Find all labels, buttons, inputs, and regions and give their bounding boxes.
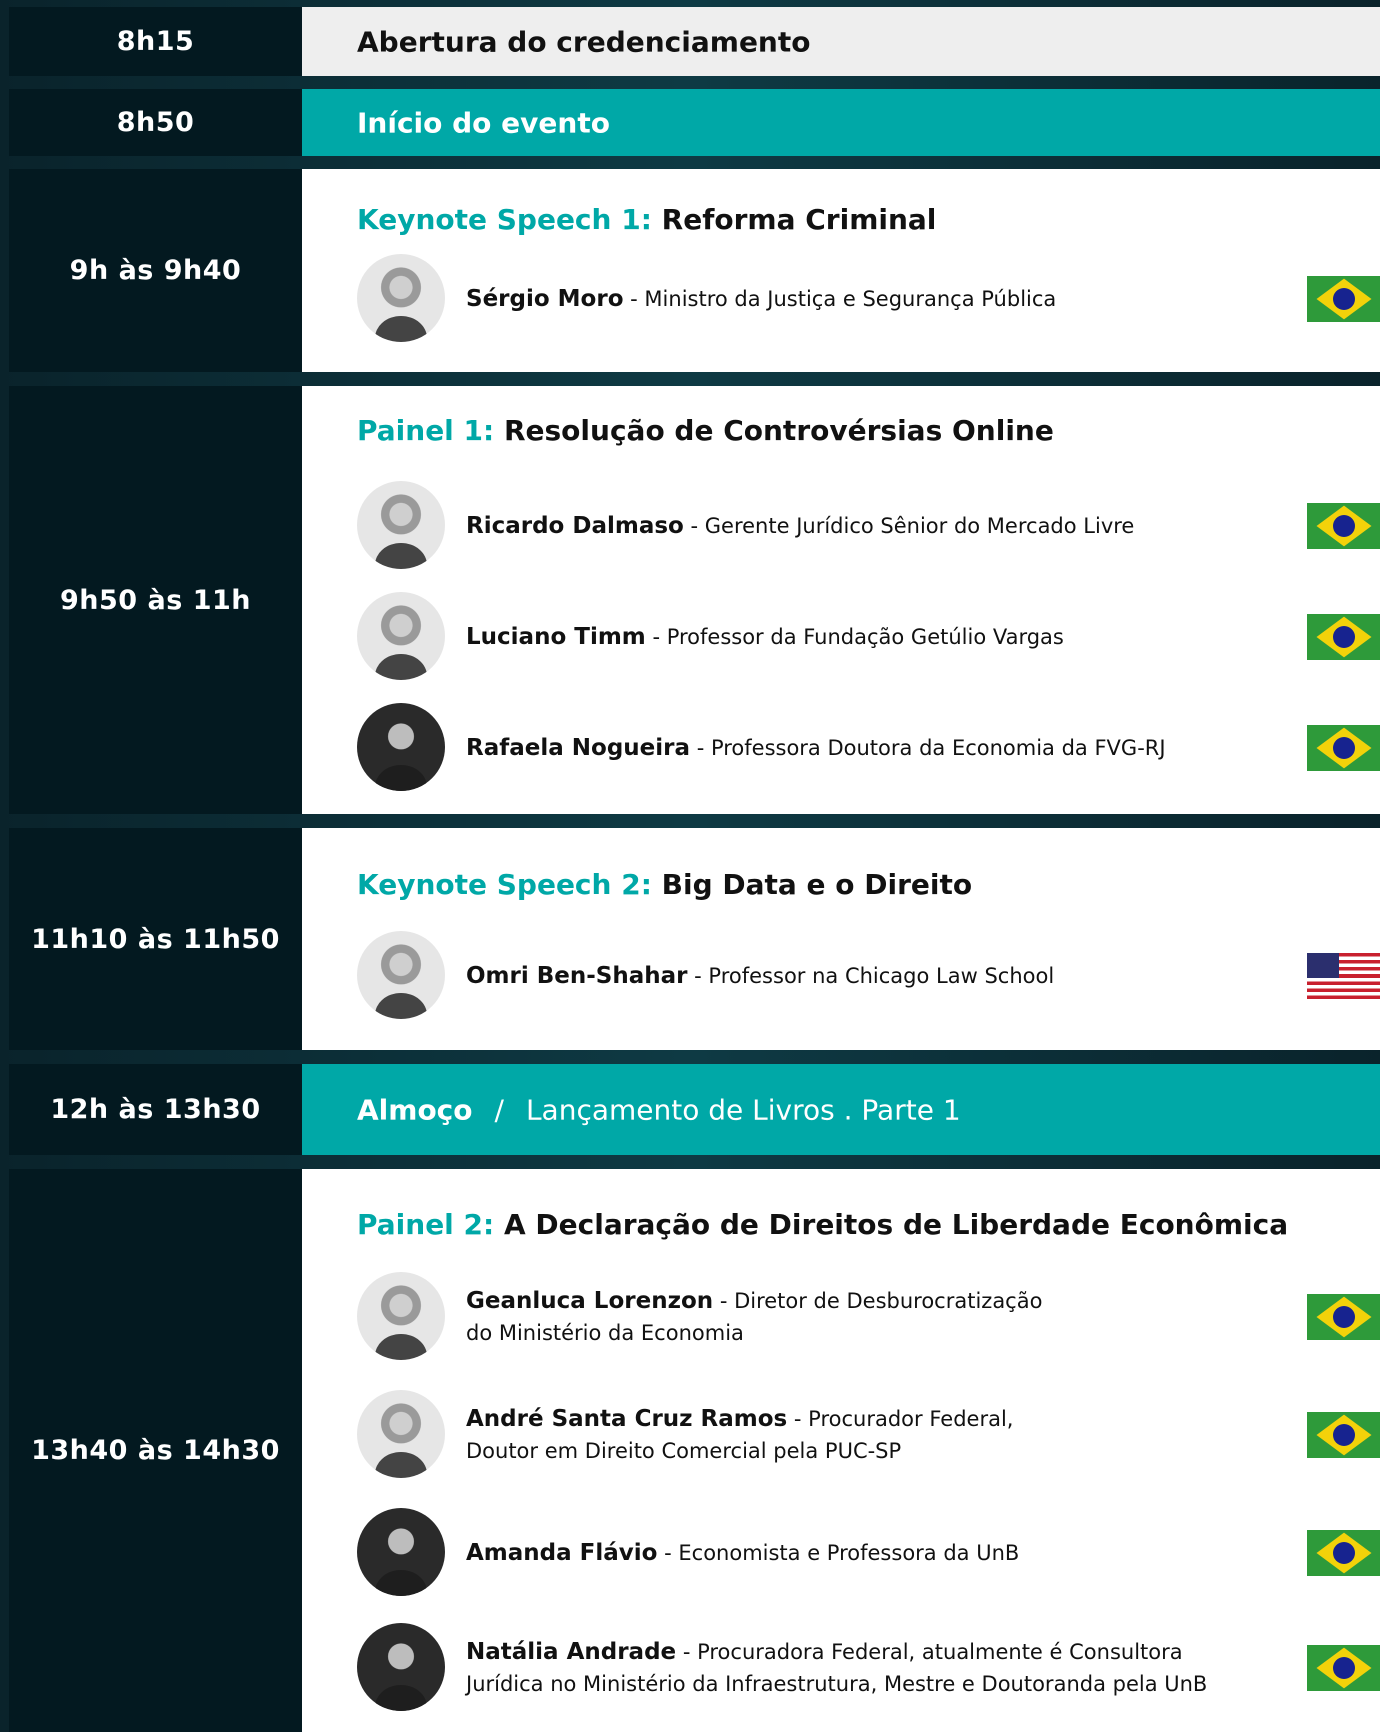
brazil-flag-icon: [1307, 1530, 1380, 1576]
speaker-role: - Diretor de Desburocratização: [713, 1289, 1043, 1313]
book-launch-label: Lançamento de Livros . Parte 1: [525, 1093, 961, 1126]
schedule-row-credenciamento: 8h15 Abertura do credenciamento: [0, 7, 1380, 76]
speaker-info: Natália Andrade - Procuradora Federal, a…: [466, 1636, 1316, 1700]
brazil-flag-icon: [1307, 1294, 1380, 1340]
speaker-row: Natália Andrade - Procuradora Federal, a…: [357, 1623, 1380, 1713]
speaker-photo: [357, 931, 445, 1019]
brazil-flag-icon: [1307, 276, 1380, 322]
brazil-flag-icon: [1307, 614, 1380, 660]
session-title: Painel 2: A Declaração de Direitos de Li…: [357, 1208, 1288, 1241]
brazil-flag-icon: [1307, 503, 1380, 549]
speaker-info: Ricardo Dalmaso - Gerente Jurídico Sênio…: [466, 510, 1316, 542]
speaker-role: - Gerente Jurídico Sênior do Mercado Liv…: [683, 514, 1135, 538]
speaker-photo: [357, 703, 445, 791]
speaker-info: Omri Ben-Shahar - Professor na Chicago L…: [466, 960, 1316, 992]
session-label: Keynote Speech 2:: [357, 868, 652, 901]
session-cell: Painel 2: A Declaração de Direitos de Li…: [302, 1169, 1380, 1732]
schedule-row-keynote-2: 11h10 às 11h50 Keynote Speech 2: Big Dat…: [0, 828, 1380, 1050]
session-cell: Painel 1: Resolução de Controvérsias Onl…: [302, 386, 1380, 814]
schedule-row-keynote-1: 9h às 9h40 Keynote Speech 1: Reforma Cri…: [0, 169, 1380, 372]
speaker-row: André Santa Cruz Ramos - Procurador Fede…: [357, 1390, 1380, 1480]
event-title: Início do evento: [357, 106, 610, 139]
speaker-info: Rafaela Nogueira - Professora Doutora da…: [466, 732, 1316, 764]
speaker-role: - Professor na Chicago Law School: [687, 964, 1055, 988]
speaker-photo: [357, 481, 445, 569]
time-cell: 9h às 9h40: [9, 169, 302, 372]
time-cell: 9h50 às 11h: [9, 386, 302, 814]
lunch-label: Almoço: [357, 1093, 473, 1126]
brazil-flag-icon: [1307, 725, 1380, 771]
brazil-flag-icon: [1307, 1645, 1380, 1691]
speaker-row: Omri Ben-Shahar - Professor na Chicago L…: [357, 931, 1380, 1021]
schedule-row-inicio: 8h50 Início do evento: [0, 89, 1380, 156]
speaker-role-line-2: do Ministério da Economia: [466, 1321, 744, 1345]
time-cell: 8h50: [9, 89, 302, 156]
speaker-info: Sérgio Moro - Ministro da Justiça e Segu…: [466, 283, 1316, 315]
speaker-name: Amanda Flávio: [466, 1540, 658, 1566]
speaker-info: Luciano Timm - Professor da Fundação Get…: [466, 621, 1316, 653]
speaker-row: Geanluca Lorenzon - Diretor de Desburocr…: [357, 1272, 1380, 1362]
brazil-flag-icon: [1307, 1412, 1380, 1458]
speaker-role: - Procuradora Federal, atualmente é Cons…: [676, 1640, 1183, 1664]
session-title: Keynote Speech 1: Reforma Criminal: [357, 203, 936, 236]
time-cell: 8h15: [9, 7, 302, 76]
speaker-info: Amanda Flávio - Economista e Professora …: [466, 1537, 1316, 1569]
time-cell: 12h às 13h30: [9, 1064, 302, 1155]
speaker-name: Sérgio Moro: [466, 286, 624, 312]
speaker-info: Geanluca Lorenzon - Diretor de Desburocr…: [466, 1285, 1316, 1349]
event-cell: Abertura do credenciamento: [302, 7, 1380, 76]
speaker-name: Rafaela Nogueira: [466, 735, 691, 761]
separator: /: [494, 1093, 504, 1126]
event-cell: Almoço / Lançamento de Livros . Parte 1: [302, 1064, 1380, 1155]
speaker-photo: [357, 1508, 445, 1596]
speaker-info: André Santa Cruz Ramos - Procurador Fede…: [466, 1403, 1316, 1467]
speaker-role: - Professora Doutora da Economia da FVG-…: [690, 736, 1166, 760]
session-title: Painel 1: Resolução de Controvérsias Onl…: [357, 414, 1054, 447]
speaker-name: Omri Ben-Shahar: [466, 963, 688, 989]
speaker-row: Rafaela Nogueira - Professora Doutora da…: [357, 703, 1380, 793]
session-name: Big Data e o Direito: [661, 868, 973, 901]
speaker-photo: [357, 1623, 445, 1711]
speaker-photo: [357, 592, 445, 680]
speaker-name: Geanluca Lorenzon: [466, 1288, 714, 1314]
time-cell: 13h40 às 14h30: [9, 1169, 302, 1732]
session-label: Painel 2:: [357, 1208, 495, 1241]
speaker-role: - Ministro da Justiça e Segurança Públic…: [623, 287, 1057, 311]
speaker-row: Luciano Timm - Professor da Fundação Get…: [357, 592, 1380, 682]
speaker-role-line-2: Jurídica no Ministério da Infraestrutura…: [466, 1672, 1208, 1696]
event-title: Almoço / Lançamento de Livros . Parte 1: [357, 1093, 961, 1126]
session-name: Reforma Criminal: [661, 203, 937, 236]
schedule-row-almoco: 12h às 13h30 Almoço / Lançamento de Livros…: [0, 1064, 1380, 1155]
speaker-row: Ricardo Dalmaso - Gerente Jurídico Sênio…: [357, 481, 1380, 571]
speaker-role-line-2: Doutor em Direito Comercial pela PUC-SP: [466, 1439, 902, 1463]
usa-flag-icon: [1307, 953, 1380, 999]
schedule-row-painel-1: 9h50 às 11h Painel 1: Resolução de Contr…: [0, 386, 1380, 814]
time-cell: 11h10 às 11h50: [9, 828, 302, 1050]
event-title: Abertura do credenciamento: [357, 25, 811, 58]
session-cell: Keynote Speech 1: Reforma Criminal Sérgi…: [302, 169, 1380, 372]
speaker-row: Amanda Flávio - Economista e Professora …: [357, 1508, 1380, 1598]
speaker-photo: [357, 1272, 445, 1360]
speaker-photo: [357, 254, 445, 342]
session-label: Keynote Speech 1:: [357, 203, 652, 236]
session-title: Keynote Speech 2: Big Data e o Direito: [357, 868, 972, 901]
speaker-role: - Economista e Professora da UnB: [657, 1541, 1020, 1565]
session-name: A Declaração de Direitos de Liberdade Ec…: [503, 1208, 1289, 1241]
schedule-row-painel-2: 13h40 às 14h30 Painel 2: A Declaração de…: [0, 1169, 1380, 1732]
speaker-role: - Professor da Fundação Getúlio Vargas: [645, 625, 1064, 649]
speaker-name: Luciano Timm: [466, 624, 646, 650]
speaker-name: Natália Andrade: [466, 1639, 677, 1665]
speaker-name: André Santa Cruz Ramos: [466, 1406, 788, 1432]
session-label: Painel 1:: [357, 414, 495, 447]
speaker-row: Sérgio Moro - Ministro da Justiça e Segu…: [357, 254, 1380, 344]
session-cell: Keynote Speech 2: Big Data e o Direito O…: [302, 828, 1380, 1050]
event-cell: Início do evento: [302, 89, 1380, 156]
speaker-photo: [357, 1390, 445, 1478]
speaker-role: - Procurador Federal,: [787, 1407, 1014, 1431]
session-name: Resolução de Controvérsias Online: [503, 414, 1054, 447]
speaker-name: Ricardo Dalmaso: [466, 513, 684, 539]
